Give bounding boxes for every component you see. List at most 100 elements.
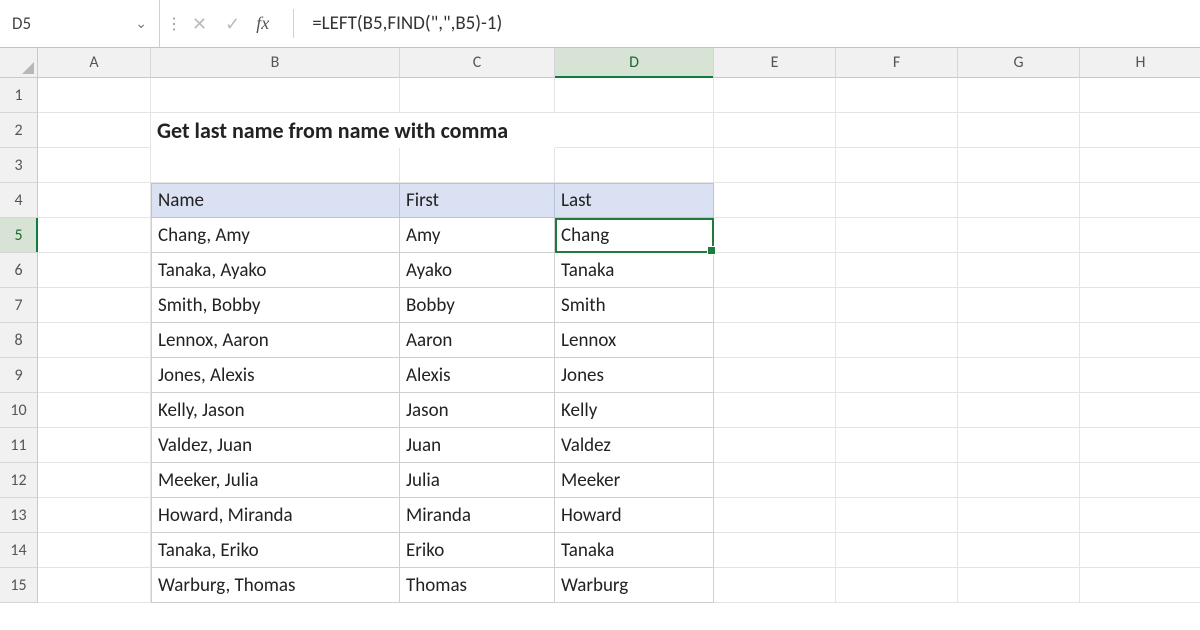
cell-b7[interactable]: Smith, Bobby [151,288,400,323]
cell-f2[interactable] [836,113,958,148]
cell-d12[interactable]: Meeker [555,463,714,498]
cell-f9[interactable] [836,358,958,393]
cell-c2[interactable] [400,113,555,148]
cell-h2[interactable] [1080,113,1200,148]
cell-c12[interactable]: Julia [400,463,555,498]
row-header-5[interactable]: 5 [0,218,38,253]
cell-f11[interactable] [836,428,958,463]
chevron-down-icon[interactable]: ⌄ [135,15,147,32]
cell-e13[interactable] [714,498,836,533]
column-header-b[interactable]: B [151,48,400,78]
row-header-8[interactable]: 8 [0,323,38,358]
row-header-4[interactable]: 4 [0,183,38,218]
row-header-6[interactable]: 6 [0,253,38,288]
row-header-15[interactable]: 15 [0,568,38,603]
enter-formula-icon[interactable]: ✓ [221,13,244,35]
cell-h14[interactable] [1080,533,1200,568]
cell-d5[interactable]: Chang [555,218,714,253]
column-header-e[interactable]: E [714,48,836,78]
cell-d1[interactable] [555,78,714,113]
cell-h15[interactable] [1080,568,1200,603]
cell-e8[interactable] [714,323,836,358]
cell-c13[interactable]: Miranda [400,498,555,533]
row-header-9[interactable]: 9 [0,358,38,393]
cell-a4[interactable] [38,183,151,218]
row-header-1[interactable]: 1 [0,78,38,113]
row-header-3[interactable]: 3 [0,148,38,183]
cell-f15[interactable] [836,568,958,603]
cell-f5[interactable] [836,218,958,253]
cell-g5[interactable] [958,218,1080,253]
cell-d6[interactable]: Tanaka [555,253,714,288]
cell-h9[interactable] [1080,358,1200,393]
cell-c6[interactable]: Ayako [400,253,555,288]
cell-h6[interactable] [1080,253,1200,288]
cell-h8[interactable] [1080,323,1200,358]
cell-b12[interactable]: Meeker, Julia [151,463,400,498]
cell-b2-title[interactable]: Get last name from name with comma [151,113,400,148]
header-name[interactable]: Name [151,183,400,218]
cell-a8[interactable] [38,323,151,358]
cell-e11[interactable] [714,428,836,463]
cell-g11[interactable] [958,428,1080,463]
cell-a1[interactable] [38,78,151,113]
cell-d8[interactable]: Lennox [555,323,714,358]
cell-f4[interactable] [836,183,958,218]
cell-d11[interactable]: Valdez [555,428,714,463]
cell-c14[interactable]: Eriko [400,533,555,568]
cell-f14[interactable] [836,533,958,568]
cell-h12[interactable] [1080,463,1200,498]
row-header-11[interactable]: 11 [0,428,38,463]
cell-a3[interactable] [38,148,151,183]
cell-f3[interactable] [836,148,958,183]
cell-g10[interactable] [958,393,1080,428]
cell-f13[interactable] [836,498,958,533]
column-header-c[interactable]: C [400,48,555,78]
select-all-corner[interactable] [0,48,38,78]
cell-b11[interactable]: Valdez, Juan [151,428,400,463]
cell-g3[interactable] [958,148,1080,183]
cell-f7[interactable] [836,288,958,323]
cell-c8[interactable]: Aaron [400,323,555,358]
cell-e10[interactable] [714,393,836,428]
cell-f10[interactable] [836,393,958,428]
cell-e14[interactable] [714,533,836,568]
cell-h3[interactable] [1080,148,1200,183]
cell-d2[interactable] [555,113,714,148]
cell-e9[interactable] [714,358,836,393]
cell-b14[interactable]: Tanaka, Eriko [151,533,400,568]
cell-d9[interactable]: Jones [555,358,714,393]
cell-f1[interactable] [836,78,958,113]
header-last[interactable]: Last [555,183,714,218]
column-header-g[interactable]: G [958,48,1080,78]
cell-f8[interactable] [836,323,958,358]
cell-d14[interactable]: Tanaka [555,533,714,568]
fx-icon[interactable]: fx [254,13,275,34]
cell-g2[interactable] [958,113,1080,148]
cell-f6[interactable] [836,253,958,288]
cell-c15[interactable]: Thomas [400,568,555,603]
cell-h11[interactable] [1080,428,1200,463]
cell-d13[interactable]: Howard [555,498,714,533]
cell-a6[interactable] [38,253,151,288]
cell-d15[interactable]: Warburg [555,568,714,603]
cell-g8[interactable] [958,323,1080,358]
cell-h10[interactable] [1080,393,1200,428]
cell-c1[interactable] [400,78,555,113]
cell-b5[interactable]: Chang, Amy [151,218,400,253]
header-first[interactable]: First [400,183,555,218]
cell-g15[interactable] [958,568,1080,603]
row-header-14[interactable]: 14 [0,533,38,568]
row-header-7[interactable]: 7 [0,288,38,323]
cell-a10[interactable] [38,393,151,428]
cell-d10[interactable]: Kelly [555,393,714,428]
cell-e1[interactable] [714,78,836,113]
cell-d7[interactable]: Smith [555,288,714,323]
cell-a5[interactable] [38,218,151,253]
cell-c11[interactable]: Juan [400,428,555,463]
cell-h13[interactable] [1080,498,1200,533]
column-header-f[interactable]: F [836,48,958,78]
column-header-d[interactable]: D [555,48,714,78]
cell-g13[interactable] [958,498,1080,533]
cell-g14[interactable] [958,533,1080,568]
